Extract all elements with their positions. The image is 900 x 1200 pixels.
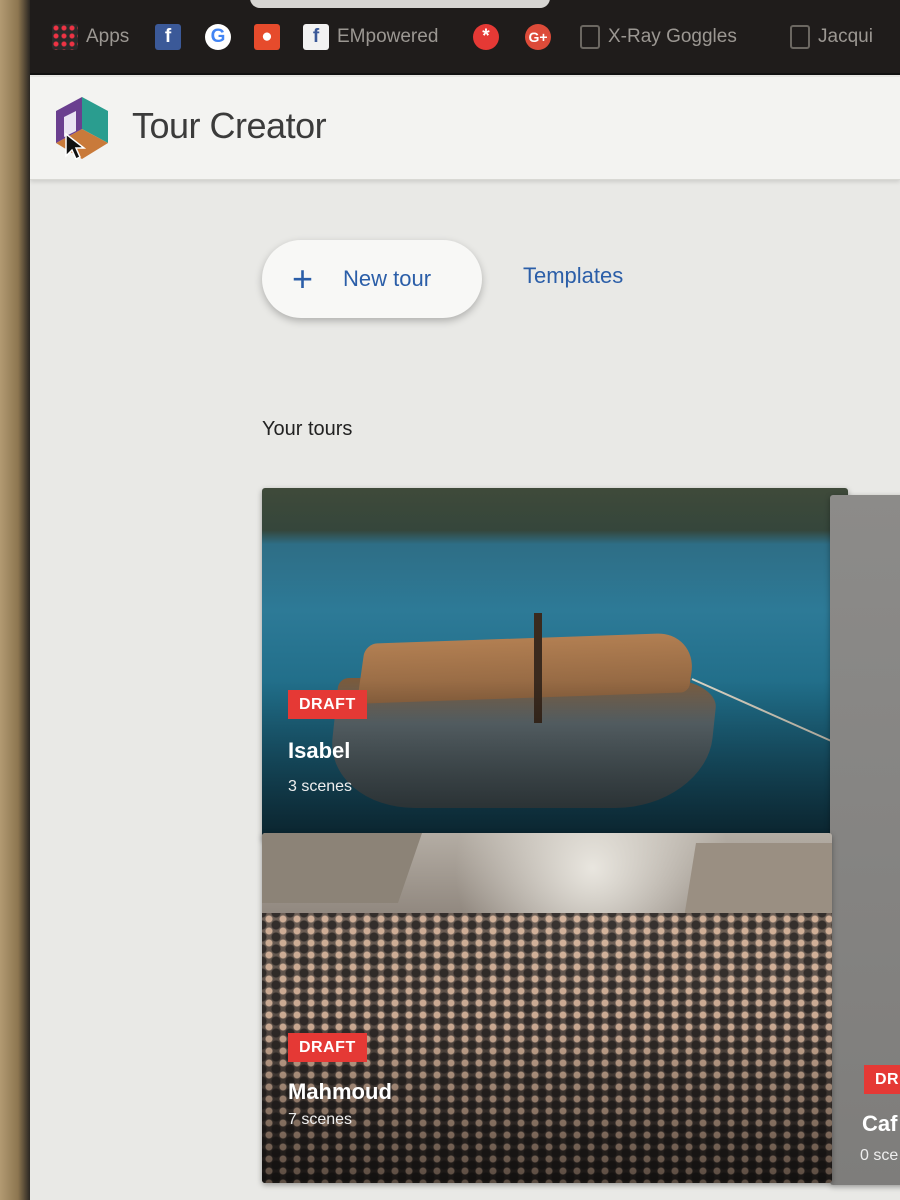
google-plus-icon: G+ <box>525 24 551 50</box>
bookmark-label: Apps <box>86 26 130 47</box>
ruined-building <box>262 833 422 903</box>
bookmark-xray-goggles[interactable]: X-Ray Goggles <box>580 22 737 52</box>
bookmark-lightbulb[interactable]: ● <box>254 22 280 52</box>
bookmark-label: EMpowered <box>337 26 439 47</box>
plus-icon: + <box>292 258 314 299</box>
asterisk-icon: * <box>473 24 499 50</box>
bookmark-google-plus[interactable]: G+ <box>525 22 551 52</box>
facebook-icon: f <box>155 24 181 50</box>
bookmarks-bar: Apps f G ● f EMpowered * G+ X-Ray Goggle… <box>30 0 900 75</box>
bookmark-apps[interactable]: Apps <box>52 22 129 52</box>
tour-scene-count: 7 scenes <box>288 1111 353 1128</box>
screen: Apps f G ● f EMpowered * G+ X-Ray Goggle… <box>30 0 900 1200</box>
tour-scene-count: 3 scenes <box>288 778 353 795</box>
document-icon <box>790 25 810 49</box>
tour-name: Caf <box>862 1111 898 1136</box>
bookmark-asterisk[interactable]: * <box>473 22 499 52</box>
google-icon: G <box>205 24 231 50</box>
laptop-bezel <box>0 0 30 1200</box>
templates-link[interactable]: Templates <box>523 263 623 289</box>
lightbulb-icon: ● <box>254 24 280 50</box>
tour-scene-count: 0 sce <box>860 1147 899 1164</box>
main-content: + New tour Templates Your tours DRAFT Is… <box>30 181 900 1200</box>
app-title: Tour Creator <box>132 105 327 146</box>
status-badge: DRAFT <box>288 1033 367 1062</box>
app-header: Tour Creator <box>30 77 900 180</box>
bookmark-google[interactable]: G <box>205 22 231 52</box>
status-badge: DR <box>864 1065 900 1094</box>
new-tour-label: New tour <box>343 266 432 291</box>
bookmark-label: Jacqui <box>818 26 873 47</box>
mouse-pointer-icon <box>65 132 86 160</box>
facebook-icon: f <box>303 24 329 50</box>
tour-name: Mahmoud <box>288 1079 392 1104</box>
bookmark-facebook[interactable]: f <box>155 22 181 52</box>
your-tours-heading: Your tours <box>262 418 353 440</box>
bookmark-empowered[interactable]: f EMpowered <box>303 22 438 52</box>
status-badge: DRAFT <box>288 690 367 719</box>
bookmark-label: X-Ray Goggles <box>608 26 737 47</box>
apps-grid-icon <box>52 24 78 50</box>
tour-card-mahmoud[interactable]: DRAFT Mahmoud 7 scenes <box>262 833 832 1183</box>
tour-name: Isabel <box>288 738 351 763</box>
tour-card-isabel[interactable]: DRAFT Isabel 3 scenes <box>262 488 848 840</box>
document-icon <box>580 25 600 49</box>
bookmark-jacqui[interactable]: Jacqui <box>790 22 873 52</box>
new-tour-button[interactable]: + New tour <box>262 240 482 318</box>
address-bar-edge <box>250 0 550 8</box>
